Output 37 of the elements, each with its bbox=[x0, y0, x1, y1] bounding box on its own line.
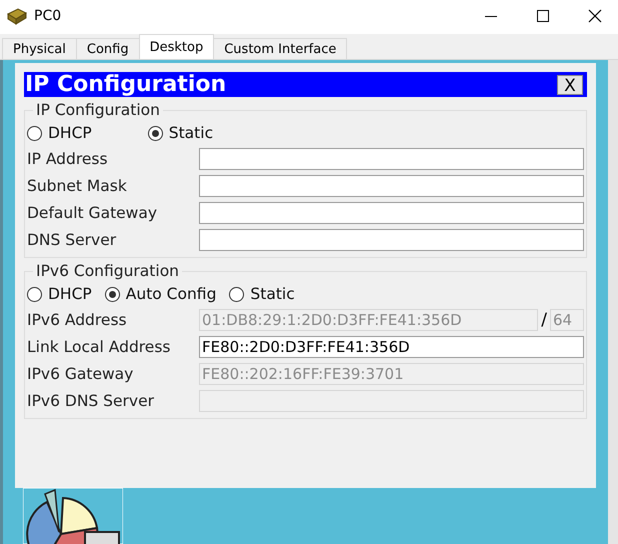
radio-option[interactable]: DHCP bbox=[27, 285, 94, 303]
radio-button[interactable] bbox=[104, 286, 120, 302]
tab[interactable]: Custom Interface bbox=[213, 38, 348, 59]
input-field[interactable] bbox=[199, 228, 584, 250]
input-field[interactable] bbox=[199, 202, 584, 224]
radio-button[interactable] bbox=[148, 126, 163, 140]
radio-option[interactable]: Static bbox=[148, 124, 216, 142]
input-field[interactable] bbox=[199, 174, 584, 196]
scrollbar[interactable] bbox=[608, 60, 618, 544]
field-label: Link Local Address bbox=[27, 338, 172, 356]
input-field[interactable] bbox=[199, 148, 584, 170]
field-label: IPv6 Gateway bbox=[27, 364, 134, 382]
close-icon[interactable] bbox=[588, 9, 602, 23]
group-title: IP Configuration bbox=[35, 101, 161, 119]
radio-option[interactable]: Auto Config bbox=[104, 285, 218, 303]
close-button[interactable]: X bbox=[557, 74, 583, 94]
field-label: DNS Server bbox=[27, 230, 118, 248]
pc-icon bbox=[6, 6, 28, 26]
separator-label: / bbox=[541, 310, 547, 330]
radio-option[interactable]: DHCP bbox=[27, 124, 94, 142]
radio-button[interactable] bbox=[229, 286, 244, 302]
tab[interactable]: Config bbox=[76, 38, 140, 59]
field-label: IP Address bbox=[27, 150, 109, 168]
input-field[interactable]: FE80::2D0:D3FF:FE41:356D bbox=[199, 336, 584, 358]
tab[interactable]: Physical bbox=[2, 38, 77, 59]
radio-option[interactable]: Static bbox=[229, 285, 297, 303]
group-title: IPv6 Configuration bbox=[35, 262, 180, 280]
field-label: IPv6 DNS Server bbox=[27, 392, 156, 410]
radio-button[interactable] bbox=[27, 126, 42, 140]
tab[interactable]: Desktop bbox=[138, 34, 214, 59]
radio-button[interactable] bbox=[27, 286, 42, 302]
maximize-icon[interactable] bbox=[537, 10, 549, 22]
field-label: Subnet Mask bbox=[27, 176, 128, 194]
field-label: Default Gateway bbox=[27, 204, 158, 222]
field-label: IPv6 Address bbox=[27, 310, 128, 328]
dialog-title: IP Configuration bbox=[24, 72, 226, 97]
window-title: PC0 bbox=[34, 8, 62, 24]
